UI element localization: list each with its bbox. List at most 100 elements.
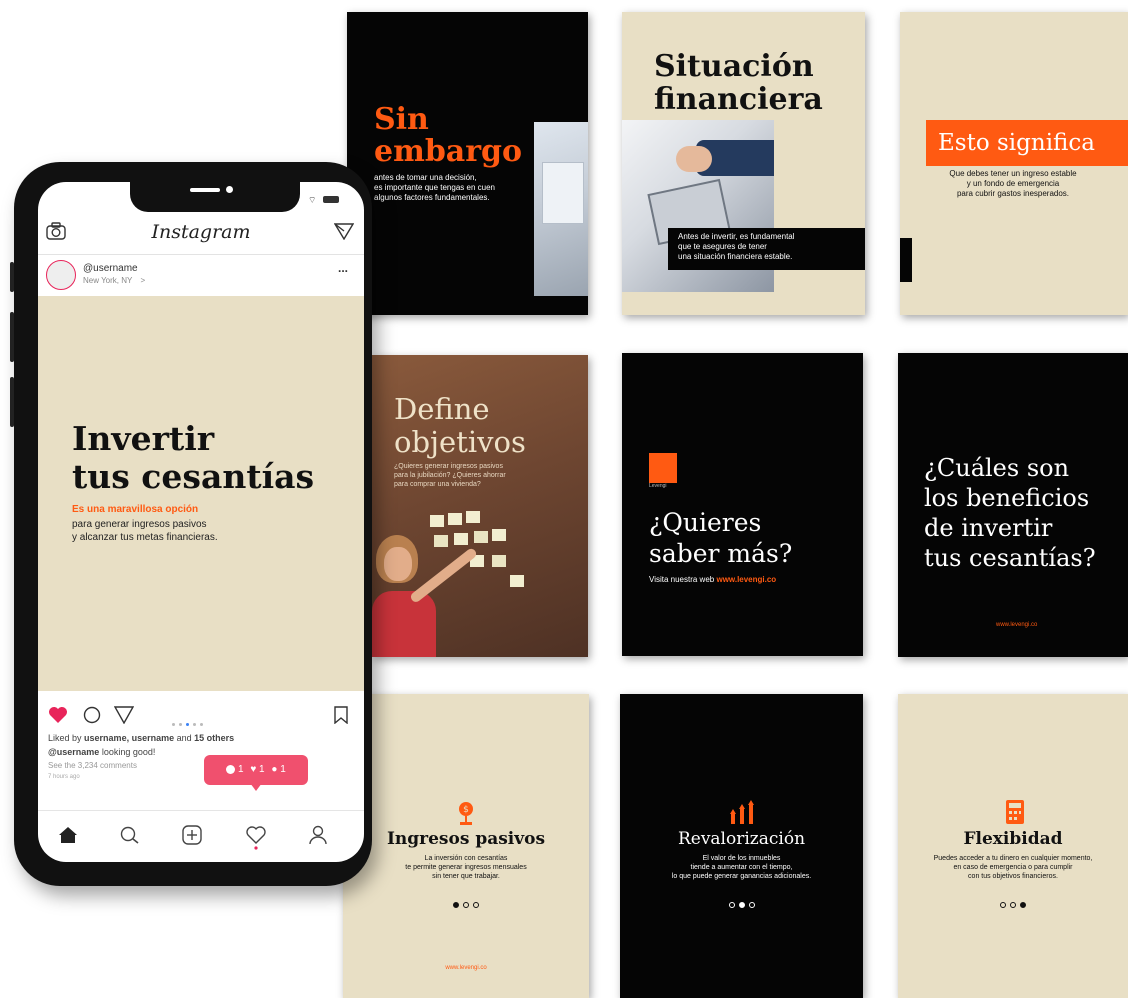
post-card-quieres-saber: Levengi ¿Quieres saber más? Visita nuest…	[622, 353, 863, 656]
card-body-line: te permite generar ingresos mensuales	[405, 864, 527, 871]
card-body: El valor de los inmuebles tiende a aumen…	[620, 854, 863, 881]
badge-pointer	[250, 783, 262, 791]
card-title-line: objetivos	[394, 425, 526, 459]
post-card-ingresos-pasivos: $ Ingresos pasivos La inversión con cesa…	[343, 694, 589, 998]
front-camera	[226, 186, 233, 193]
post-card-situacion: Situación financiera Antes de invertir, …	[622, 12, 865, 315]
carousel-dots	[898, 895, 1128, 913]
website-link[interactable]: www.levengi.co	[343, 965, 589, 971]
phone-side-button	[10, 377, 14, 427]
location-text: New York, NY	[83, 276, 133, 285]
hand	[676, 146, 712, 172]
person-icon: ●	[271, 764, 278, 775]
carousel-dot	[748, 902, 755, 908]
card-body-line: sin tener que trabajar.	[432, 873, 500, 880]
share-icon[interactable]	[114, 706, 134, 724]
woman-figure	[372, 535, 492, 657]
liked-by-prefix: Liked by	[48, 733, 82, 743]
phone-screen: ⌔ Instagram @username New York, NY > ...…	[38, 182, 364, 862]
card-title: Situación financiera	[654, 50, 823, 116]
card-body-line: que te asegures de tener	[678, 242, 767, 251]
post-timestamp: 7 hours ago	[48, 774, 80, 780]
carousel-dot	[1020, 902, 1026, 908]
direct-message-icon[interactable]	[334, 222, 354, 240]
post-body: para generar ingresos pasivos y alcanzar…	[72, 518, 218, 544]
card-caption-box: Antes de invertir, es fundamental que te…	[668, 228, 865, 270]
liked-by: Liked by username, username and 15 other…	[48, 733, 234, 743]
post-highlight: Es una maravillosa opción	[72, 504, 199, 515]
post-card-cuales-beneficios: ¿Cuáles son los beneficios de invertir t…	[898, 353, 1128, 657]
heart-filled-icon[interactable]	[48, 706, 68, 724]
card-body-line: El valor de los inmuebles	[702, 855, 781, 862]
card-title-line: Define	[394, 392, 490, 426]
card-title-line: los beneficios	[924, 484, 1090, 512]
card-title: Define objetivos	[394, 393, 526, 459]
card-title-line: Sin	[374, 102, 429, 137]
card-body: Antes de invertir, es fundamental que te…	[668, 228, 865, 262]
liked-by-others[interactable]: 15 others	[194, 733, 234, 743]
comment-icon[interactable]	[82, 706, 102, 724]
logo-text: Levengi	[649, 483, 667, 489]
card-title: ¿Quieres saber más?	[649, 507, 792, 569]
liked-by-users[interactable]: username, username	[84, 733, 174, 743]
post-image: Invertir tus cesantías Es una maravillos…	[38, 296, 364, 691]
post-title-line: tus cesantías	[72, 457, 315, 496]
add-post-icon[interactable]	[182, 825, 202, 845]
website-link[interactable]: www.levengi.co	[716, 575, 776, 584]
phone-side-button	[10, 262, 14, 292]
card-title: Sin embargo	[374, 104, 522, 168]
card-body-line: Que debes tener un ingreso estable	[949, 169, 1077, 178]
battery-icon	[322, 196, 339, 203]
more-options-icon[interactable]: ...	[338, 261, 348, 275]
view-comments-link[interactable]: See the 3,234 comments	[48, 761, 137, 770]
notification-comments-count: 1	[237, 764, 244, 775]
levengi-logo	[649, 453, 677, 483]
card-body-line: La inversión con cesantías	[424, 855, 508, 862]
heart-icon: ♥	[250, 764, 257, 775]
card-body: Que debes tener un ingreso estable y un …	[928, 169, 1098, 199]
card-title-line: Situación	[654, 49, 814, 84]
avatar[interactable]	[46, 260, 76, 290]
notification-likes-count: 1	[259, 764, 265, 775]
post-location[interactable]: New York, NY >	[83, 276, 145, 285]
activity-heart-icon[interactable]	[246, 826, 266, 850]
carousel-dot	[738, 902, 745, 908]
card-title-line: ¿Quieres	[649, 508, 762, 537]
profile-icon[interactable]	[308, 825, 328, 845]
card-body-line: en caso de emergencia o para cumplir	[953, 864, 1073, 871]
card-title-line: financiera	[654, 82, 823, 117]
card-visit-line: Visita nuestra web www.levengi.co	[649, 575, 776, 585]
post-title: Invertir tus cesantías	[72, 420, 314, 496]
carousel-dot	[728, 902, 735, 908]
card-body-line: Puedes acceder a tu dinero en cualquier …	[933, 855, 1093, 862]
post-card-flexibidad: Flexibidad Puedes acceder a tu dinero en…	[898, 694, 1128, 998]
wifi-icon: ⌔	[308, 195, 317, 205]
laptop-photo	[534, 122, 588, 296]
laptop-screen	[542, 162, 584, 224]
search-icon[interactable]	[120, 826, 140, 844]
status-bar: ⌔	[308, 190, 339, 208]
carousel-dots	[343, 895, 589, 913]
home-icon[interactable]	[58, 826, 78, 844]
post-username[interactable]: @username	[83, 263, 138, 274]
website-link[interactable]: www.levengi.co	[996, 622, 1037, 628]
card-body: ¿Quieres generar ingresos pasivos para l…	[394, 462, 506, 489]
carousel-indicator	[170, 713, 205, 731]
bookmark-icon[interactable]	[334, 706, 348, 724]
caption-username[interactable]: @username	[48, 747, 99, 757]
post-header: @username New York, NY > ...	[38, 255, 364, 295]
phone-side-button	[10, 312, 14, 362]
speaker	[190, 188, 220, 192]
calculator-icon	[1006, 800, 1024, 824]
visit-label: Visita nuestra web	[649, 575, 715, 584]
card-title: Esto significa	[938, 130, 1095, 156]
card-body-line: con tus objetivos financieros.	[968, 873, 1058, 880]
bottom-nav	[38, 810, 364, 862]
activity-notification-badge[interactable]: 1 ♥ 1 ● 1	[204, 755, 308, 791]
card-title: Revalorización	[677, 829, 806, 849]
card-body-line: para cubrir gastos inesperados.	[956, 189, 1070, 198]
card-body-line: tiende a aumentar con el tiempo,	[690, 864, 793, 871]
card-title: Ingresos pasivos	[386, 829, 546, 849]
card-body-line: y un fondo de emergencia	[966, 179, 1060, 188]
post-card-define-objetivos: Define objetivos ¿Quieres generar ingres…	[372, 355, 588, 657]
